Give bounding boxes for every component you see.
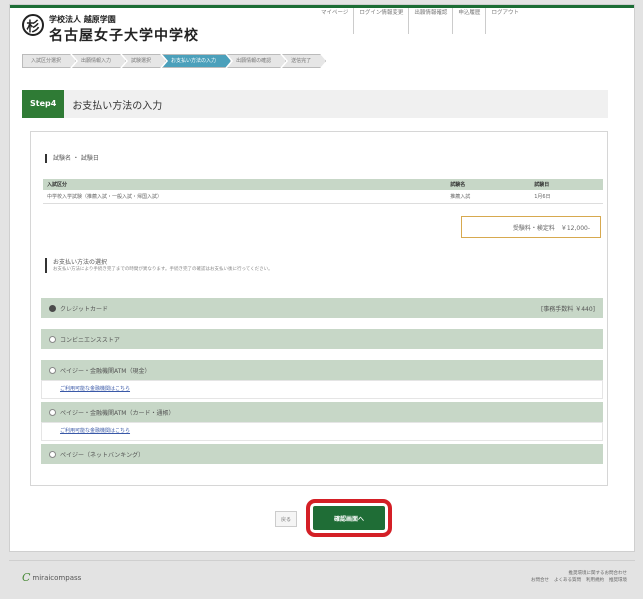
option-label: ペイジー・金融機関ATM（現金） [60,367,151,375]
exam-section-label: 試験名 ・ 試験日 [53,155,99,162]
total-fee-box: 受験料・検定料 ￥12,000- [461,216,601,238]
footer-link-faq[interactable]: よくある質問 [554,577,581,584]
option-label: クレジットカード [60,305,109,313]
nav-logout[interactable]: ログアウト [485,8,524,34]
option-fee: [事務手数料 ￥440] [540,305,595,313]
footer-logo: C miraicompass [22,571,81,584]
exam-section-heading: 試験名 ・ 試験日 [45,154,99,163]
step-6: 送信完了 [282,54,326,68]
payment-section-label: お支払い方法の選択 [53,259,108,266]
nav-login-change[interactable]: ログイン情報変更 [353,8,408,34]
col-header-exam: 試験名 [446,179,531,190]
school-corporation-label: 学校法人 越原学園 [49,15,116,24]
exam-table: 入試区分 試験名 試験日 中学校入学試験（推薦入試・一般入試・帰国入試） 推薦入… [43,179,603,204]
col-header-category: 入試区分 [43,179,447,190]
payment-panel: 試験名 ・ 試験日 入試区分 試験名 試験日 中学校入学試験（推薦入試・一般入試… [30,131,608,486]
payment-section-heading: お支払い方法の選択 お支払い方法により手続き完了までの時間が異なります。手続き完… [45,258,273,273]
step-header: Step4 お支払い方法の入力 [22,90,608,118]
step-3: 試験選択 [122,54,166,68]
payment-option-payeasy-card[interactable]: ペイジー・金融機関ATM（カード・通帳） [41,402,603,422]
radio-selected-icon[interactable] [49,304,56,312]
bank-list-link-1[interactable]: ご利用可能な金融機関はこちら [41,380,603,399]
miraicompass-logo-icon: C [22,571,31,584]
bank-list-link-2[interactable]: ご利用可能な金融機関はこちら [41,422,603,441]
cell-date: 1月6日 [530,190,603,204]
total-fee-amount: ￥12,000- [560,224,590,232]
footer-links: 推奨環境に関するお問合わせ お問合せ よくある質問 利用規約 推奨環境 [492,570,627,584]
confirm-button[interactable]: 確認画面へ [306,499,392,537]
cell-exam: 推薦入試 [446,190,531,204]
progress-steps: 入試区分選択 出願情報入力 試験選択 お支払い方法の入力 出願情報の確認 送信完… [22,54,322,68]
footer-brand: miraicompass [32,573,82,582]
table-row: 中学校入学試験（推薦入試・一般入試・帰国入試） 推薦入試 1月6日 [43,190,603,204]
school-name: 名古屋女子大学中学校 [49,28,199,44]
total-fee-label: 受験料・検定料 [512,224,555,232]
exam-table-header: 入試区分 試験名 試験日 [43,179,603,190]
footer-divider [9,560,635,561]
payment-option-payeasy-cash[interactable]: ペイジー・金融機関ATM（現金） [41,360,603,380]
payment-option-convenience[interactable]: コンビニエンスストア [41,329,603,349]
nav-application-check[interactable]: 出願情報確認 [408,8,452,34]
col-header-date: 試験日 [530,179,603,190]
footer-link-env[interactable]: 推奨環境 [609,577,627,584]
step-5: 出願情報の確認 [227,54,286,68]
nav-history[interactable]: 申込履歴 [452,8,485,34]
step-4-current: お支払い方法の入力 [162,54,231,68]
option-label: ペイジー・金融機関ATM（カード・通帳） [60,409,175,417]
payment-note: お支払い方法により手続き完了までの時間が異なります。手続き完了の確認はお支払い後… [53,267,273,272]
radio-icon[interactable] [49,408,56,416]
radio-icon[interactable] [49,335,56,343]
option-label: ペイジー（ネットバンキング） [60,451,145,459]
step-1: 入試区分選択 [22,54,76,68]
school-logo-icon: 杉 [22,14,44,36]
option-label: コンビニエンスストア [60,336,120,344]
top-nav: マイページ ログイン情報変更 出願情報確認 申込履歴 ログアウト [316,8,524,34]
step-2: 出願情報入力 [72,54,126,68]
footer-link-env-inquiry[interactable]: 推奨環境に関するお問合わせ [569,570,628,577]
back-button[interactable]: 戻る [275,511,297,527]
cell-category: 中学校入学試験（推薦入試・一般入試・帰国入試） [43,190,447,204]
page-title: お支払い方法の入力 [72,100,163,112]
radio-icon[interactable] [49,450,56,458]
footer-link-contact[interactable]: お問合せ [531,577,549,584]
step-badge: Step4 [22,90,65,118]
payment-option-credit[interactable]: クレジットカード [事務手数料 ￥440] [41,298,603,318]
nav-mypage[interactable]: マイページ [316,8,353,34]
radio-icon[interactable] [49,366,56,374]
footer-link-terms[interactable]: 利用規約 [586,577,604,584]
payment-option-netbanking[interactable]: ペイジー（ネットバンキング） [41,444,603,464]
